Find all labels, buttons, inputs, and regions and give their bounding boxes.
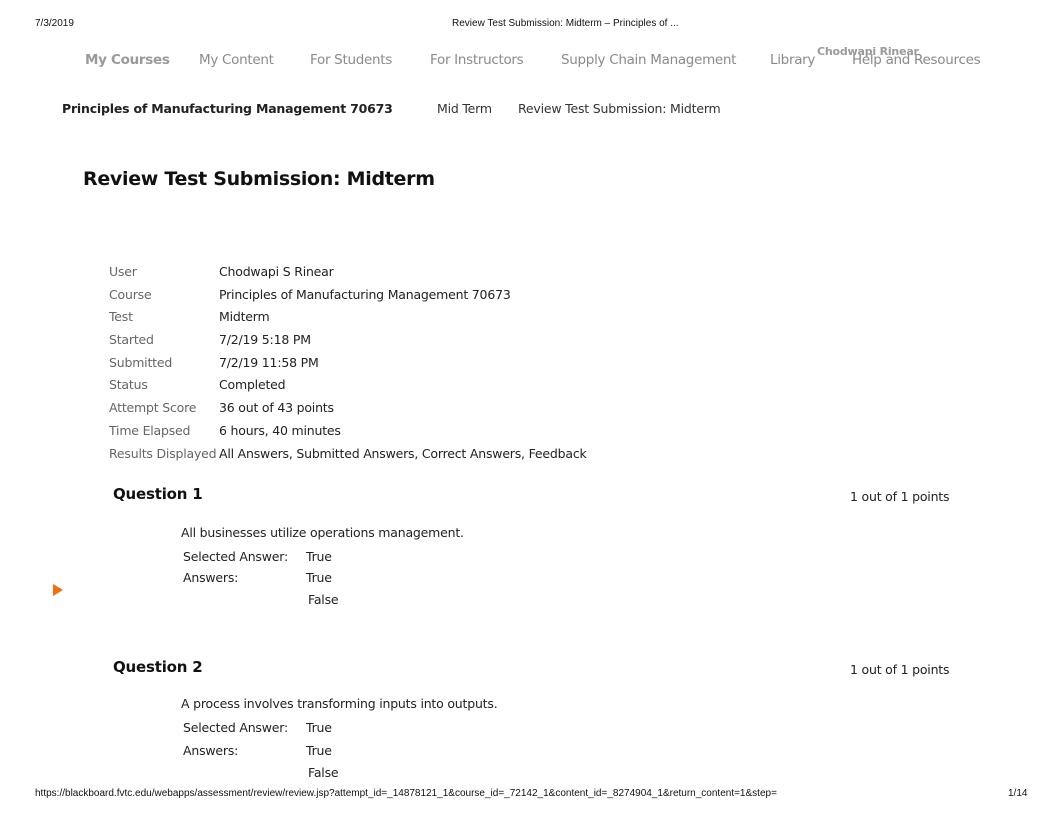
nav-my-courses[interactable]: My Courses — [85, 52, 170, 68]
answers-label: Answers: — [183, 570, 239, 585]
summary-label: User — [109, 264, 137, 279]
answers-label: Answers: — [183, 743, 239, 758]
nav-supply-chain-management[interactable]: Supply Chain Management — [561, 52, 736, 68]
summary-label: Submitted — [109, 354, 173, 370]
breadcrumb-course[interactable]: Principles of Manufacturing Management 7… — [62, 101, 393, 116]
summary-value: Midterm — [219, 309, 270, 325]
question-points: 1 out of 1 points — [850, 489, 950, 504]
question-points: 1 out of 1 points — [850, 662, 950, 677]
print-page-number: 1/14 — [1008, 788, 1028, 799]
selected-answer-label: Selected Answer: — [183, 720, 288, 735]
breadcrumb: Principles of Manufacturing Management 7… — [0, 101, 1062, 117]
answer-option: True — [306, 570, 332, 585]
nav-my-content[interactable]: My Content — [199, 52, 274, 68]
nav-for-students[interactable]: For Students — [310, 52, 392, 68]
print-date: 7/3/2019 — [35, 18, 74, 29]
breadcrumb-current: Review Test Submission: Midterm — [518, 101, 721, 116]
summary-value: Chodwapi S Rinear — [219, 264, 334, 279]
breadcrumb-mid-term[interactable]: Mid Term — [437, 101, 492, 116]
summary-label: Started — [109, 332, 154, 348]
summary-value: 7/2/19 5:18 PM — [219, 332, 311, 348]
summary-value: Principles of Manufacturing Management 7… — [219, 286, 511, 302]
selected-answer-value: True — [306, 549, 332, 564]
question-text: All businesses utilize operations manage… — [181, 525, 464, 540]
summary-label: Results Displayed — [109, 445, 217, 461]
answer-option: True — [306, 743, 332, 758]
print-title: Review Test Submission: Midterm – Princi… — [452, 18, 679, 29]
summary-label: Attempt Score — [109, 400, 197, 416]
answer-option: False — [308, 592, 339, 607]
print-url: https://blackboard.fvtc.edu/webapps/asse… — [35, 788, 777, 799]
page-title: Review Test Submission: Midterm — [83, 168, 435, 190]
summary-label: Time Elapsed — [109, 422, 191, 438]
nav-for-instructors[interactable]: For Instructors — [430, 52, 524, 68]
selected-answer-value: True — [306, 720, 332, 735]
summary-label: Test — [109, 309, 133, 325]
nav-library[interactable]: Library — [770, 52, 815, 68]
user-menu[interactable]: Chodwapi Rinear — [817, 45, 919, 58]
summary-value: 36 out of 43 points — [219, 400, 334, 416]
selected-answer-label: Selected Answer: — [183, 549, 288, 564]
summary-value: 7/2/19 11:58 PM — [219, 354, 319, 370]
question-text: A process involves transforming inputs i… — [181, 696, 498, 711]
summary-value: 6 hours, 40 minutes — [219, 422, 341, 438]
question-title: Question 2 — [113, 658, 203, 676]
answer-option: False — [308, 765, 339, 780]
summary-value: Completed — [219, 377, 286, 393]
summary-label: Status — [109, 377, 148, 393]
correct-answer-arrow-icon — [53, 584, 63, 596]
summary-value: All Answers, Submitted Answers, Correct … — [219, 445, 587, 461]
question-title: Question 1 — [113, 485, 203, 503]
summary-label: Course — [109, 286, 152, 302]
